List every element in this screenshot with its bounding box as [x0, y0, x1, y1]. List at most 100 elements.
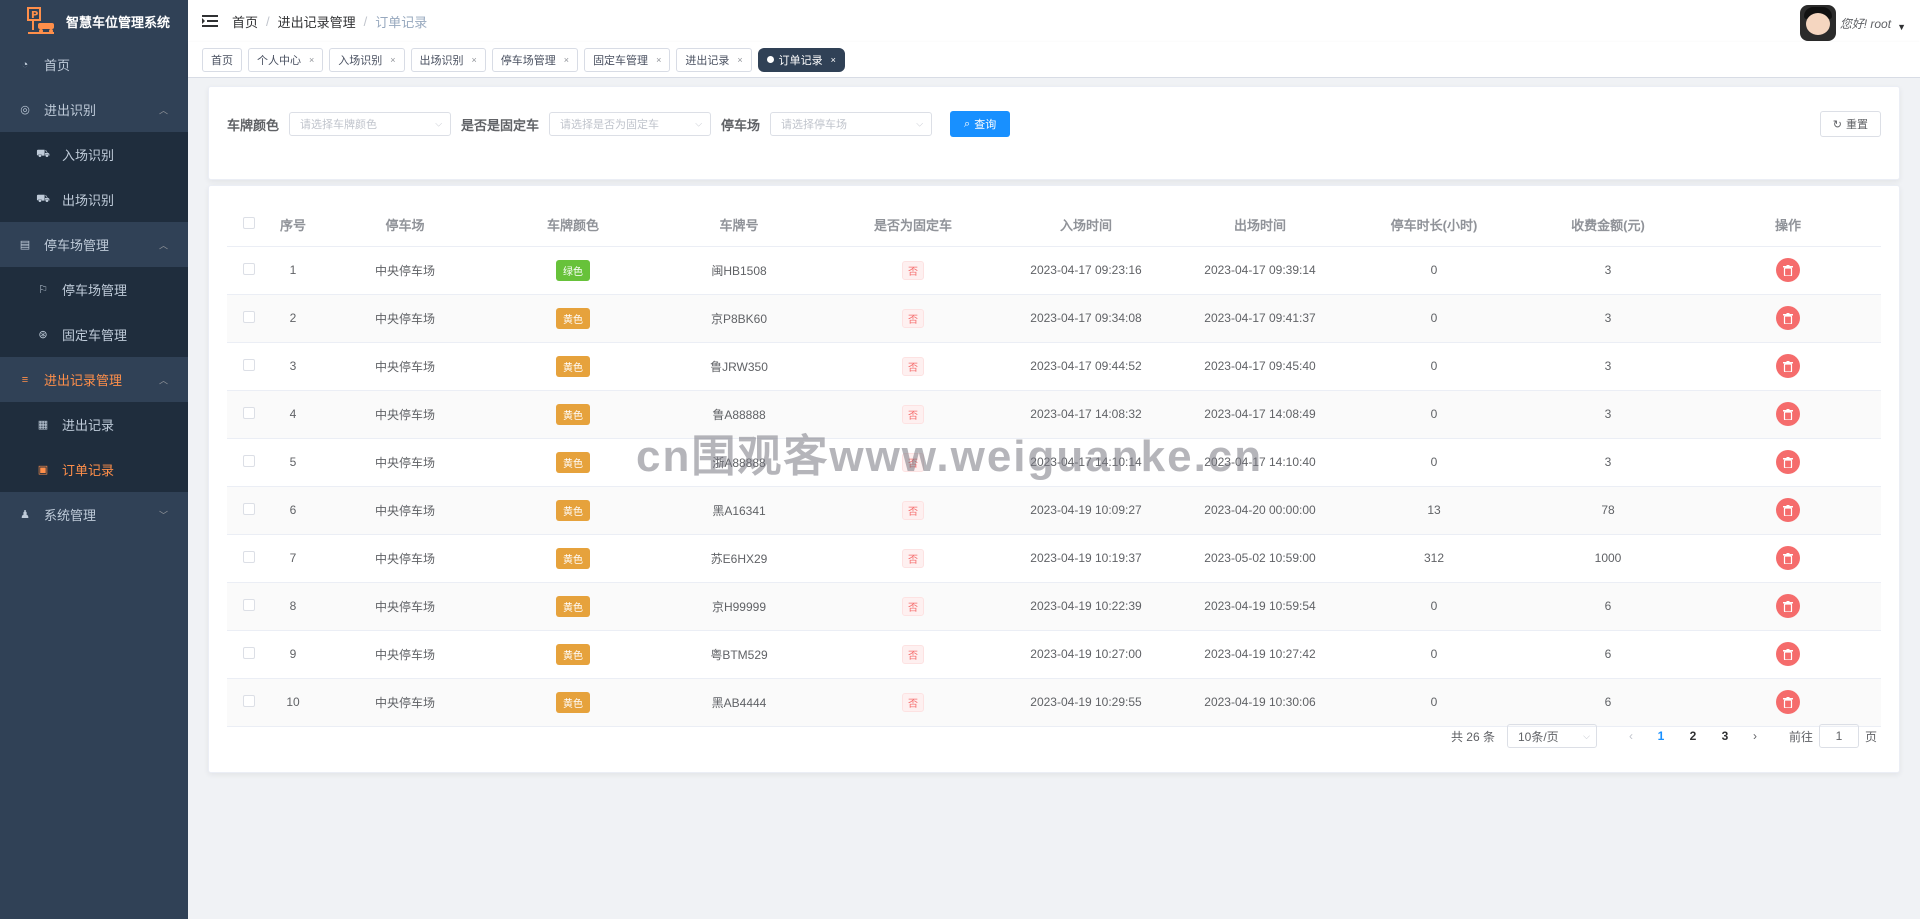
delete-icon[interactable]	[1776, 690, 1800, 714]
tab-2[interactable]: 入场识别 ×	[329, 47, 405, 72]
cell-fee: 1000	[1521, 534, 1695, 583]
sidebar-item-5[interactable]: ⚐ 停车场管理	[0, 267, 188, 312]
row-checkbox[interactable]	[243, 598, 255, 611]
sidebar-item-4[interactable]: ▤ 停车场管理 ︿	[0, 222, 188, 267]
next-page-icon[interactable]: ›	[1741, 729, 1769, 743]
delete-icon[interactable]	[1776, 594, 1800, 618]
reset-button[interactable]: ↻ 重置	[1819, 111, 1881, 137]
delete-icon[interactable]	[1776, 354, 1800, 378]
delete-icon[interactable]	[1776, 258, 1800, 282]
record-icon: ▦	[37, 419, 49, 431]
page-2[interactable]: 2	[1677, 729, 1709, 743]
cell-hours: 0	[1347, 678, 1521, 727]
cell-out-time: 2023-04-20 00:00:00	[1173, 486, 1347, 535]
sidebar-item-1[interactable]: ◎ 进出识别 ︿	[0, 87, 188, 132]
search-form: 车牌颜色 请选择车牌颜色 ⌵ 是否是固定车 请选择是否为固定车 ⌵ 停车场 请选…	[227, 111, 1011, 137]
fixed-car-select[interactable]: 请选择是否为固定车 ⌵	[549, 112, 712, 136]
sidebar-item-label: 首页	[44, 58, 71, 73]
sidebar-item-10[interactable]: ♟ 系统管理 ﹀	[0, 492, 188, 537]
cell-hours: 13	[1347, 486, 1521, 535]
plate-color-badge: 黄色	[556, 355, 590, 377]
delete-icon[interactable]	[1776, 306, 1800, 330]
select-all-checkbox-cell	[227, 204, 271, 247]
delete-icon[interactable]	[1776, 546, 1800, 570]
row-checkbox[interactable]	[243, 646, 255, 659]
col-header: 是否为固定车	[827, 204, 999, 247]
breadcrumb-records[interactable]: 进出记录管理	[278, 12, 356, 31]
close-icon[interactable]: ×	[737, 55, 742, 65]
row-checkbox[interactable]	[243, 454, 255, 467]
dashboard-icon: ◔	[21, 58, 29, 71]
page-size-select[interactable]: 10条/页 ⌵	[1506, 724, 1597, 748]
avatar[interactable]	[1799, 5, 1836, 41]
table-row: 6 中央停车场 黄色 黑A16341 否 2023-04-19 10:09:27 2023-…	[227, 486, 1881, 535]
sidebar-item-label: 订单记录	[62, 463, 115, 478]
plate-color-select[interactable]: 请选择车牌颜色 ⌵	[289, 112, 452, 136]
tab-3[interactable]: 出场识别 ×	[410, 47, 486, 72]
sidebar-item-label: 停车场管理	[62, 283, 128, 298]
sidebar-item-label: 进出记录管理	[44, 373, 123, 388]
row-checkbox[interactable]	[243, 310, 255, 323]
sidebar-item-2[interactable]: ⛟ 入场识别	[0, 132, 188, 177]
parking-lot-select[interactable]: 请选择停车场 ⌵	[770, 112, 933, 136]
sidebar-item-8[interactable]: ▦ 进出记录	[0, 402, 188, 447]
row-checkbox[interactable]	[243, 550, 255, 563]
close-icon[interactable]: ×	[390, 55, 395, 65]
row-checkbox[interactable]	[243, 358, 255, 371]
user-menu[interactable]: 您好! root ▼	[1799, 5, 1906, 41]
user-icon: ♟	[20, 509, 30, 521]
sidebar-item-3[interactable]: ⛟ 出场识别	[0, 177, 188, 222]
hamburger-icon[interactable]	[188, 0, 232, 42]
cell-out-time: 2023-04-19 10:59:54	[1173, 582, 1347, 631]
cell-hours: 0	[1347, 438, 1521, 487]
cell-no: 2	[271, 294, 315, 343]
breadcrumb-home[interactable]: 首页	[232, 12, 258, 31]
sidebar-item-9[interactable]: ▣ 订单记录	[0, 447, 188, 492]
order-icon: ▣	[37, 464, 49, 476]
sidebar-item-label: 入场识别	[62, 148, 115, 163]
tab-7[interactable]: 订单记录 ×	[757, 47, 845, 72]
row-checkbox[interactable]	[243, 694, 255, 707]
cell-no: 3	[271, 342, 315, 391]
app-logo[interactable]: P 智慧车位管理系统	[0, 0, 188, 42]
close-icon[interactable]: ×	[564, 55, 569, 65]
sidebar-item-6[interactable]: ⊛ 固定车管理	[0, 312, 188, 357]
sidebar-item-label: 进出记录	[62, 418, 115, 433]
table-row: 8 中央停车场 黄色 京H99999 否 2023-04-19 10:22:39 2023-…	[227, 582, 1881, 631]
row-checkbox[interactable]	[243, 406, 255, 419]
tab-0[interactable]: 首页	[202, 47, 242, 72]
sidebar-item-0[interactable]: ◔ 首页	[0, 42, 188, 87]
cell-lot: 中央停车场	[315, 630, 495, 679]
page-3[interactable]: 3	[1709, 729, 1741, 743]
select-all-checkbox[interactable]	[243, 217, 255, 230]
page-1[interactable]: 1	[1645, 729, 1677, 743]
row-checkbox[interactable]	[243, 502, 255, 515]
cell-plate: 京P8BK60	[651, 294, 827, 343]
tab-4[interactable]: 停车场管理 ×	[491, 47, 579, 72]
delete-icon[interactable]	[1776, 498, 1800, 522]
close-icon[interactable]: ×	[656, 55, 661, 65]
sidebar-item-7[interactable]: ≡ 进出记录管理 ︿	[0, 357, 188, 402]
close-icon[interactable]: ×	[831, 55, 836, 65]
col-header: 停车场	[315, 204, 495, 247]
close-icon[interactable]: ×	[472, 55, 477, 65]
delete-icon[interactable]	[1776, 450, 1800, 474]
prev-page-icon[interactable]: ‹	[1617, 729, 1645, 743]
breadcrumb: 首页 / 进出记录管理 / 订单记录	[232, 12, 428, 31]
goto-page-input[interactable]: 1	[1818, 724, 1859, 748]
chevron-down-icon: ﹀	[158, 510, 168, 520]
caret-down-icon[interactable]: ▼	[1897, 22, 1906, 32]
row-checkbox[interactable]	[243, 262, 255, 275]
user-greeting: 您好! root	[1839, 16, 1892, 31]
tab-5[interactable]: 固定车管理 ×	[584, 47, 671, 72]
svg-text:P: P	[31, 10, 38, 21]
cell-lot: 中央停车场	[315, 534, 495, 583]
tab-6[interactable]: 进出记录 ×	[676, 47, 752, 72]
sidebar-item-label: 出场识别	[62, 193, 115, 208]
close-icon[interactable]: ×	[309, 55, 314, 65]
tab-1[interactable]: 个人中心 ×	[248, 47, 324, 72]
query-button[interactable]: ⌕ 查询	[950, 111, 1011, 137]
delete-icon[interactable]	[1776, 642, 1800, 666]
delete-icon[interactable]	[1776, 402, 1800, 426]
search-card: 车牌颜色 请选择车牌颜色 ⌵ 是否是固定车 请选择是否为固定车 ⌵ 停车场 请选…	[208, 86, 1900, 180]
